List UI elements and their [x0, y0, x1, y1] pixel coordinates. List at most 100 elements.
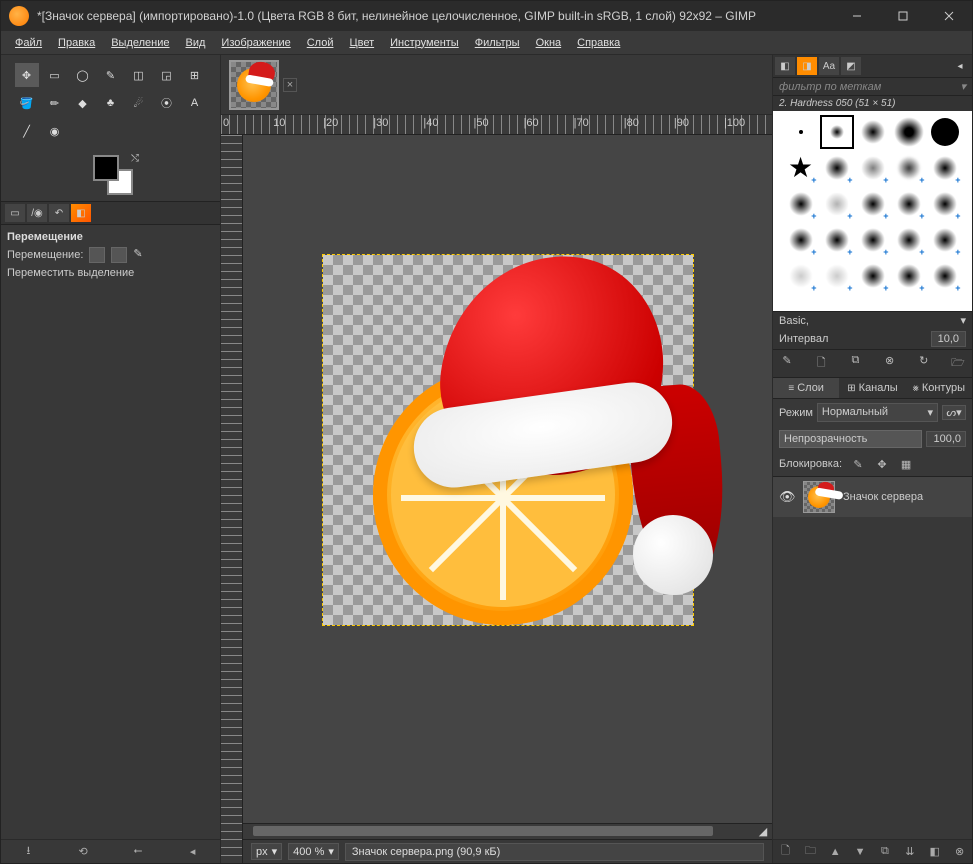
text2-tool[interactable]: A	[183, 91, 207, 115]
canvas[interactable]	[323, 255, 693, 625]
tab-tool-options[interactable]: ▭	[5, 204, 25, 222]
horizontal-ruler[interactable]: 010|20|30|40|50|60|70|80|90|100	[221, 115, 772, 135]
bucket-tool[interactable]: 🪣	[15, 91, 39, 115]
brush-item[interactable]: +	[820, 187, 854, 221]
eraser-tool[interactable]: ◆	[71, 91, 95, 115]
dock-menu-icon[interactable]: ◂	[950, 57, 970, 75]
tab-layers[interactable]: ≡Слои	[773, 378, 839, 398]
brush-item[interactable]	[892, 115, 926, 149]
move-tool[interactable]: ✥	[15, 63, 39, 87]
mode-switch-icon[interactable]: ᔕ▾	[942, 405, 966, 420]
pencil-tool[interactable]: ✏	[43, 91, 67, 115]
reset-options-icon[interactable]: ◂	[185, 845, 201, 858]
brush-item[interactable]: +	[928, 223, 962, 257]
brush-item[interactable]: +	[820, 151, 854, 185]
menu-edit[interactable]: Правка	[50, 34, 103, 52]
brush-item[interactable]: +	[784, 259, 818, 293]
tab-device[interactable]: /◉	[27, 204, 47, 222]
new-group-icon[interactable]: 🗀	[802, 842, 818, 861]
tab-paths[interactable]: ⨳Контуры	[906, 378, 972, 398]
save-options-icon[interactable]: ⭳	[20, 842, 36, 861]
brush-item[interactable]: +	[820, 223, 854, 257]
brush-item[interactable]	[856, 115, 890, 149]
tab-history[interactable]: ↶	[49, 204, 69, 222]
move-selection-icon[interactable]	[111, 247, 127, 263]
brush-tool[interactable]: ╱	[15, 119, 39, 143]
swap-colors-icon[interactable]: ⤭	[131, 153, 139, 164]
raise-layer-icon[interactable]: ▲	[827, 846, 843, 858]
brush-item[interactable]: +	[892, 187, 926, 221]
path-tool[interactable]: ⦿	[155, 91, 179, 115]
edit-brush-icon[interactable]: ✎	[779, 354, 795, 373]
move-layer-icon[interactable]	[89, 247, 105, 263]
menu-layer[interactable]: Слой	[299, 34, 342, 52]
image-tab[interactable]: ×	[229, 60, 297, 110]
foreground-color[interactable]	[93, 155, 119, 181]
brush-item[interactable]: +	[784, 187, 818, 221]
picker-tool[interactable]: ◉	[43, 119, 67, 143]
minimize-button[interactable]	[834, 1, 880, 31]
menu-tools[interactable]: Инструменты	[382, 34, 467, 52]
tab-brushes[interactable]: ◧	[775, 57, 795, 75]
menu-view[interactable]: Вид	[178, 34, 214, 52]
brush-item[interactable]: +	[892, 259, 926, 293]
new-brush-icon[interactable]: 🗋	[813, 354, 829, 373]
maximize-button[interactable]	[880, 1, 926, 31]
new-layer-icon[interactable]: 🗋	[777, 842, 793, 861]
zoom-selector[interactable]: 400 %▾	[288, 843, 339, 860]
brush-item[interactable]: +	[856, 223, 890, 257]
close-button[interactable]	[926, 1, 972, 31]
brush-item[interactable]: +	[928, 259, 962, 293]
lower-layer-icon[interactable]: ▼	[852, 846, 868, 858]
brush-preset-row[interactable]: Basic,▾	[773, 311, 972, 329]
duplicate-brush-icon[interactable]: ⧉	[847, 354, 863, 373]
menu-select[interactable]: Выделение	[103, 34, 177, 52]
warp-tool[interactable]: ◲	[155, 63, 179, 87]
brush-item[interactable]	[928, 115, 962, 149]
mask-layer-icon[interactable]: ◧	[927, 845, 943, 858]
refresh-brush-icon[interactable]: ↻	[916, 354, 932, 373]
opacity-value[interactable]: 100,0	[926, 431, 966, 447]
lock-alpha-icon[interactable]: ▦	[898, 456, 914, 472]
open-brush-icon[interactable]: 🗁	[950, 354, 966, 373]
vertical-ruler[interactable]	[221, 135, 243, 863]
visibility-icon[interactable]: 👁	[779, 489, 795, 505]
brush-item[interactable]: +	[928, 151, 962, 185]
brush-item[interactable]: +	[856, 151, 890, 185]
layer-name[interactable]: Значок сервера	[843, 491, 923, 503]
menu-file[interactable]: Файл	[7, 34, 50, 52]
lock-pixels-icon[interactable]: ✎	[850, 456, 866, 472]
transform-tool[interactable]: ◫	[127, 63, 151, 87]
interval-value[interactable]: 10,0	[931, 331, 966, 347]
tab-patterns[interactable]: ◨	[797, 57, 817, 75]
delete-brush-icon[interactable]: ⊗	[882, 354, 898, 373]
menu-image[interactable]: Изображение	[213, 34, 298, 52]
brush-item[interactable]: +	[784, 223, 818, 257]
tab-fonts[interactable]: Aa	[819, 57, 839, 75]
brush-item[interactable]: +	[928, 187, 962, 221]
free-select-tool[interactable]: ◯	[71, 63, 95, 87]
canvas-viewport[interactable]	[243, 135, 772, 823]
brush-item[interactable]: +	[856, 187, 890, 221]
brush-item[interactable]: ★+	[784, 151, 818, 185]
smudge-tool[interactable]: ☄	[127, 91, 151, 115]
mode-selector[interactable]: Нормальный▾	[817, 403, 938, 422]
layer-row[interactable]: 👁 Значок сервера	[773, 477, 972, 517]
tab-close-icon[interactable]: ×	[283, 78, 297, 92]
crop-tool[interactable]: ✎	[99, 63, 123, 87]
unit-selector[interactable]: px▾	[251, 843, 282, 860]
merge-layer-icon[interactable]: ⇊	[902, 845, 918, 858]
text-tool[interactable]: ⊞	[183, 63, 207, 87]
lock-position-icon[interactable]: ✥	[874, 456, 890, 472]
brush-item[interactable]: +	[892, 223, 926, 257]
menu-windows[interactable]: Окна	[528, 34, 570, 52]
menu-filters[interactable]: Фильтры	[467, 34, 528, 52]
delete-options-icon[interactable]: ⭠	[130, 845, 146, 858]
brush-item[interactable]	[784, 115, 818, 149]
move-path-icon[interactable]: ✎	[133, 247, 149, 263]
brush-item[interactable]: +	[820, 259, 854, 293]
tab-history2[interactable]: ◩	[841, 57, 861, 75]
rect-select-tool[interactable]: ▭	[43, 63, 67, 87]
tab-channels[interactable]: ⊞Каналы	[839, 378, 905, 398]
brush-item[interactable]	[820, 115, 854, 149]
